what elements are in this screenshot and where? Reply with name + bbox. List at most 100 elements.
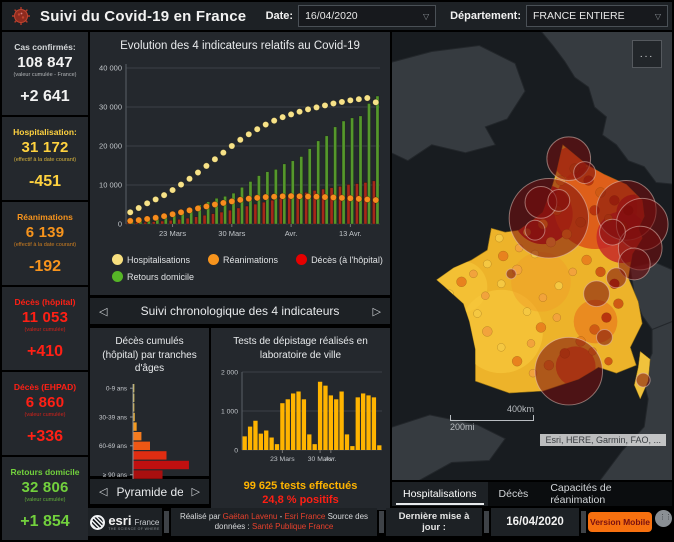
- stat-value: 6 139: [26, 224, 65, 241]
- stat-delta: -192: [29, 258, 61, 276]
- chevron-down-icon: ▽: [655, 12, 661, 21]
- tests-count: 99 625 tests effectués: [211, 479, 390, 493]
- stat-title: Décès (EHPAD): [14, 383, 76, 392]
- stat-value: 108 847: [17, 54, 73, 71]
- svg-text:30 000: 30 000: [99, 103, 122, 112]
- carousel-left-arrow[interactable]: ◁: [90, 305, 116, 318]
- stat-title: Retours domicile: [11, 468, 80, 477]
- map-tab-capacit-s-de-r-animation[interactable]: Capacités de réanimation: [539, 482, 672, 506]
- stat-subtitle: (effectif à la date courant): [14, 157, 76, 163]
- header-bar: Suivi du Covid-19 en France Date: 16/04/…: [2, 2, 672, 30]
- legend-label: Hospitalisations: [127, 255, 190, 265]
- footer-separator: [164, 511, 169, 533]
- svg-text:30-39 ans: 30-39 ans: [99, 414, 127, 421]
- tests-panel: Tests de dépistage réalisés en laboratoi…: [211, 328, 390, 510]
- chart-legend: Hospitalisations Réanimations Décès (à l'h…: [112, 254, 402, 288]
- stat-delta: +336: [27, 428, 63, 446]
- tests-stats: 99 625 tests effectués 24,8 % positifs: [211, 479, 390, 508]
- stat-tile: Décès (EHPAD) 6 860 (valeur cumulée) +33…: [2, 372, 88, 455]
- version-mobile-button[interactable]: Version Mobile: [588, 512, 652, 532]
- stat-delta: -451: [29, 173, 61, 191]
- stat-value: 6 860: [26, 394, 65, 411]
- carousel-right-arrow[interactable]: ▷: [183, 485, 209, 498]
- stat-title: Décès (hôpital): [15, 298, 76, 307]
- carousel-title: Suivi chronologique des 4 indicateurs: [116, 304, 363, 318]
- france-map[interactable]: ... 400km 200mi Esri, HERE, Garmin, FAO,…: [392, 32, 672, 480]
- svg-text:40 000: 40 000: [99, 64, 122, 73]
- svg-text:23 Mars: 23 Mars: [159, 229, 186, 238]
- footer-separator: [484, 511, 489, 533]
- legend-item: Retours domicile: [112, 271, 194, 282]
- stat-tile: Hospitalisation: 31 172 (effectif à la d…: [2, 117, 88, 200]
- esri-france-label: France: [134, 518, 159, 527]
- date-select[interactable]: 16/04/2020 ▽: [298, 5, 436, 27]
- scale-mi-label: 200mi: [450, 422, 534, 432]
- svg-text:Avr.: Avr.: [285, 229, 298, 238]
- svg-text:0: 0: [118, 220, 122, 229]
- carousel-left-arrow[interactable]: ◁: [90, 485, 116, 498]
- stat-subtitle: (effectif à la date courant): [14, 242, 76, 248]
- age-pyramid-title: Décès cumulés (hôpital) par tranches d'â…: [90, 328, 209, 378]
- source-org-link[interactable]: Santé Publique France: [252, 522, 333, 531]
- apps-corner-badge[interactable]: [655, 510, 672, 527]
- stat-subtitle: (valeur cumulée): [25, 497, 66, 503]
- svg-text:0-9 ans: 0-9 ans: [106, 385, 127, 392]
- evolution-chart-title: Evolution des 4 indicateurs relatifs au …: [90, 32, 390, 52]
- svg-text:1 000: 1 000: [221, 409, 238, 416]
- date-label: Date:: [266, 10, 294, 22]
- credit-author-link[interactable]: Gaëtan Lavenu: [223, 512, 278, 521]
- stat-subtitle: (valeur cumulée): [25, 327, 66, 333]
- stat-value: 32 806: [21, 479, 68, 496]
- svg-text:0: 0: [234, 448, 238, 455]
- age-pyramid-panel: Décès cumulés (hôpital) par tranches d'â…: [90, 328, 209, 476]
- stat-subtitle: (valeur cumulée - France): [14, 72, 77, 78]
- legend-dot: [112, 271, 123, 282]
- departement-label: Département:: [450, 10, 521, 22]
- stat-value: 11 053: [22, 309, 68, 326]
- tests-title: Tests de dépistage réalisés en laboratoi…: [211, 328, 390, 364]
- svg-text:20 000: 20 000: [99, 142, 122, 151]
- evolution-chart-panel: Evolution des 4 indicateurs relatifs au …: [90, 32, 390, 295]
- svg-text:13 Avr.: 13 Avr.: [339, 229, 362, 238]
- stat-delta: +2 641: [20, 88, 69, 106]
- svg-text:10 000: 10 000: [99, 181, 122, 190]
- chevron-down-icon: ▽: [423, 12, 429, 21]
- map-tabbar: HospitalisationsDécèsCapacités de réanim…: [392, 482, 672, 506]
- legend-item: Décès (à l'hôpital): [296, 254, 383, 265]
- departement-select[interactable]: FRANCE ENTIERE ▽: [526, 5, 668, 27]
- scale-km-label: 400km: [450, 404, 534, 414]
- footer-credits: Réalisé par Gaëtan Lavenu - Esri France …: [171, 508, 377, 536]
- stat-tile: Décès (hôpital) 11 053 (valeur cumulée) …: [2, 287, 88, 370]
- carousel-right-arrow[interactable]: ▷: [364, 305, 390, 318]
- last-update-label: Dernière mise à jour :: [386, 508, 482, 536]
- departement-value: FRANCE ENTIERE: [533, 10, 625, 22]
- stat-tile: Cas confirmés: 108 847 (valeur cumulée -…: [2, 32, 88, 115]
- map-more-button[interactable]: ...: [632, 40, 662, 68]
- footer-bar: esri France THE SCIENCE OF WHERE Réalisé…: [88, 508, 672, 536]
- stat-title: Réanimations: [17, 213, 73, 222]
- tests-positivity: 24,8 % positifs: [211, 493, 390, 507]
- last-update-date: 16/04/2020: [491, 508, 579, 536]
- esri-logo: esri France THE SCIENCE OF WHERE: [88, 508, 162, 536]
- map-tab-d-c-s[interactable]: Décès: [488, 482, 540, 506]
- page-title: Suivi du Covid-19 en France: [40, 8, 246, 25]
- stat-tile: Retours domicile 32 806 (valeur cumulée)…: [2, 457, 88, 540]
- stat-delta: +1 854: [20, 513, 69, 531]
- credit-org-link[interactable]: Esri France: [284, 512, 325, 521]
- map-tab-hospitalisations[interactable]: Hospitalisations: [392, 482, 488, 506]
- legend-label: Décès (à l'hôpital): [311, 255, 383, 265]
- pyramid-carousel: ◁ Pyramide des... ▷: [90, 479, 209, 504]
- scale-line: [450, 415, 534, 421]
- stat-delta: +410: [27, 343, 63, 361]
- esri-globe-icon: [90, 515, 105, 530]
- legend-item: Réanimations: [208, 254, 278, 265]
- legend-label: Réanimations: [223, 255, 278, 265]
- map-attribution: Esri, HERE, Garmin, FAO, ...: [540, 434, 666, 446]
- map-scalebar: 400km 200mi: [450, 404, 534, 432]
- stat-tile: Réanimations 6 139 (effectif à la date c…: [2, 202, 88, 285]
- svg-text:Avr.: Avr.: [325, 456, 337, 463]
- tests-chart: 01 0002 00023 Mars30 MarsAvr.: [211, 364, 390, 477]
- svg-text:30 Mars: 30 Mars: [218, 229, 245, 238]
- svg-text:23 Mars: 23 Mars: [270, 456, 295, 463]
- date-value: 16/04/2020: [305, 10, 358, 22]
